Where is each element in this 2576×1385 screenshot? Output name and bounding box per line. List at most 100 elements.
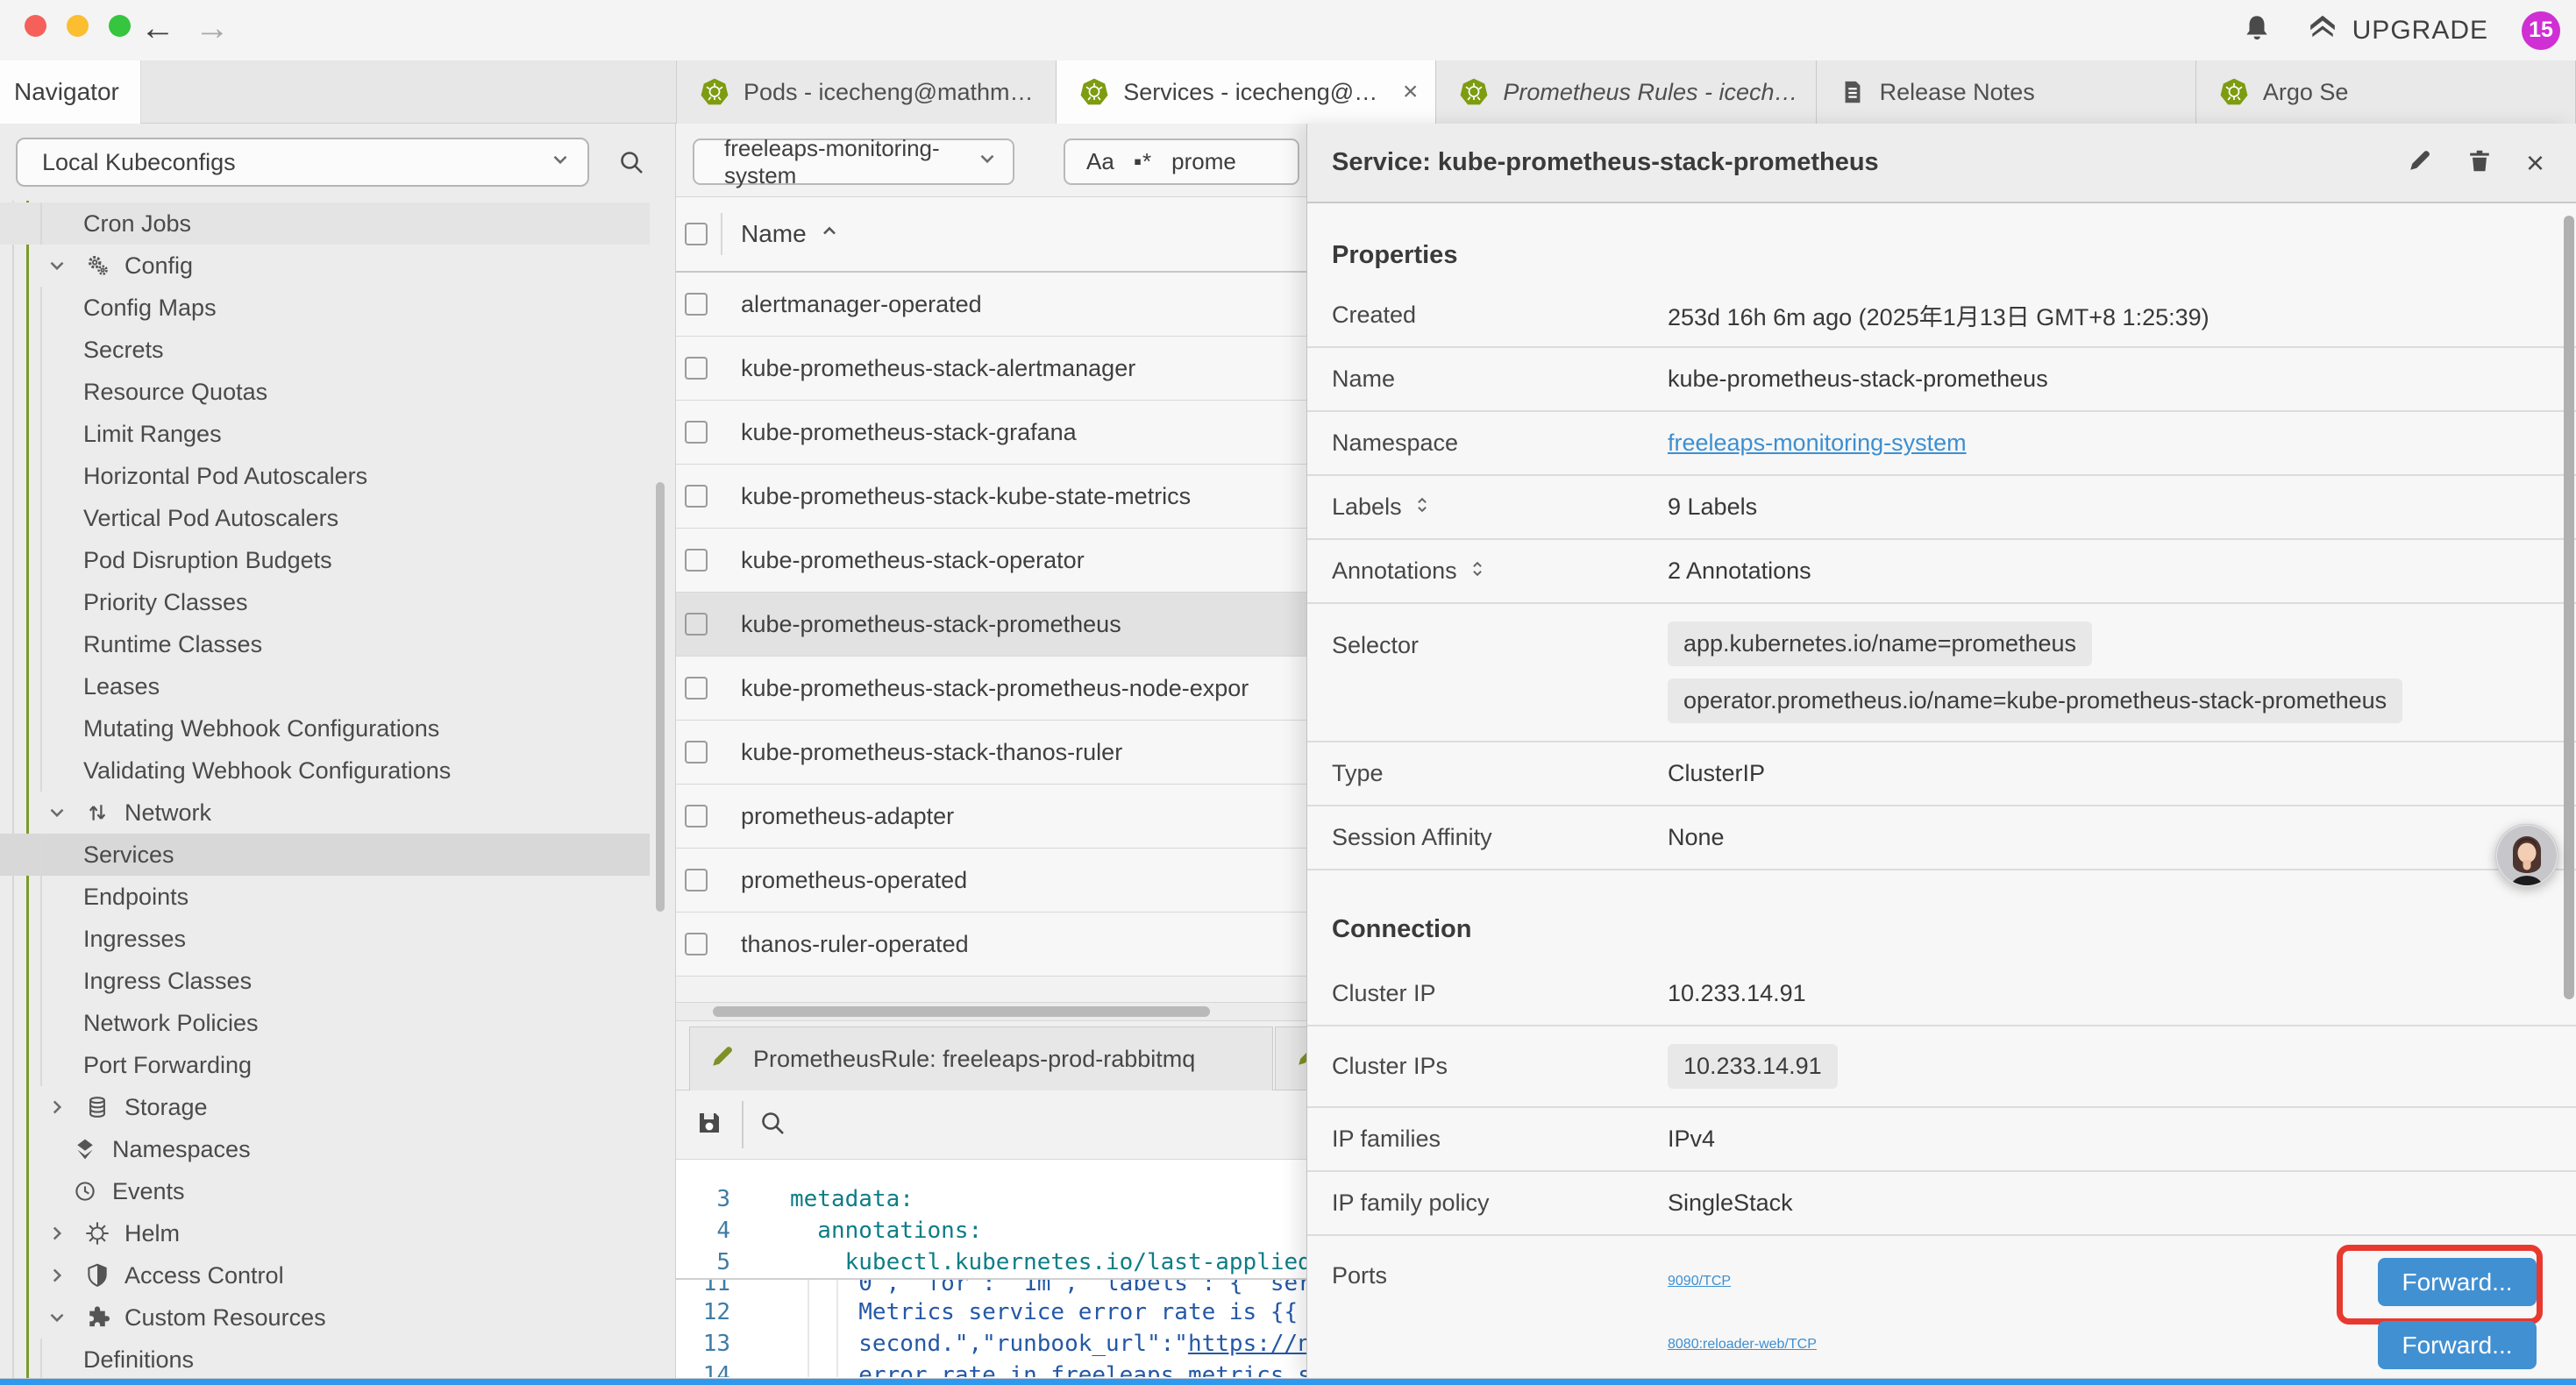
sidebar-item-namespaces[interactable]: Namespaces: [0, 1128, 650, 1170]
chevron-down-icon[interactable]: [44, 254, 70, 277]
sidebar-item-services[interactable]: Services: [0, 834, 650, 876]
tab-prometheus-rules-icecheng[interactable]: Prometheus Rules - icecheng...: [1436, 60, 1816, 124]
sidebar-item-storage[interactable]: Storage: [0, 1086, 650, 1128]
edit-pencil-icon[interactable]: [2407, 147, 2433, 178]
sidebar-item-vertical-pod-autoscalers[interactable]: Vertical Pod Autoscalers: [0, 497, 650, 539]
table-row-kube-prometheus-stack-prometheus-node-expor[interactable]: kube-prometheus-stack-prometheus-node-ex…: [676, 657, 1306, 721]
row-checkbox[interactable]: [685, 549, 708, 572]
sidebar-item-events[interactable]: Events: [0, 1170, 650, 1212]
sidebar-item-network[interactable]: Network: [0, 792, 650, 834]
row-checkbox[interactable]: [685, 485, 708, 508]
table-row-thanos-ruler-operated[interactable]: thanos-ruler-operated: [676, 913, 1306, 977]
user-avatar[interactable]: [2494, 822, 2560, 889]
namespace-select[interactable]: freeleaps-monitoring-system: [693, 138, 1014, 185]
row-checkbox[interactable]: [685, 805, 708, 827]
sidebar-scrollbar[interactable]: [656, 482, 665, 912]
row-checkbox[interactable]: [685, 677, 708, 700]
editor-tab-partial[interactable]: C: [1275, 1026, 1306, 1090]
chevron-down-icon[interactable]: [44, 801, 70, 824]
tab-services-icecheng-math[interactable]: Services - icecheng@math...×: [1057, 60, 1436, 124]
value-chip[interactable]: 10.233.14.91: [1668, 1044, 1838, 1089]
sidebar-item-validating-webhook-configurations[interactable]: Validating Webhook Configurations: [0, 749, 650, 792]
sidebar-item-endpoints[interactable]: Endpoints: [0, 876, 650, 918]
services-panel: freeleaps-monitoring-system Aa ▪* prome …: [676, 124, 1306, 1378]
sidebar-item-runtime-classes[interactable]: Runtime Classes: [0, 623, 650, 665]
select-all-checkbox[interactable]: [685, 223, 708, 245]
editor-tab-prometheusrule[interactable]: PrometheusRule: freeleaps-prod-rabbitmq: [689, 1026, 1273, 1090]
sidebar-item-ingress-classes[interactable]: Ingress Classes: [0, 960, 650, 1002]
close-tab-icon[interactable]: ×: [1403, 77, 1419, 107]
sidebar-item-resource-quotas[interactable]: Resource Quotas: [0, 371, 650, 413]
close-icon[interactable]: ×: [2526, 147, 2544, 179]
trash-icon[interactable]: [2466, 147, 2493, 178]
zoom-window-button[interactable]: [109, 15, 131, 37]
scrollbar-thumb[interactable]: [713, 1006, 1210, 1017]
tab-pods-icecheng-mathmas[interactable]: Pods - icecheng@mathmas...: [677, 60, 1057, 124]
sidebar-item-priority-classes[interactable]: Priority Classes: [0, 581, 650, 623]
sidebar-item-access-control[interactable]: Access Control: [0, 1254, 650, 1296]
horizontal-scrollbar[interactable]: [676, 1002, 1306, 1021]
table-row-prometheus-operated[interactable]: prometheus-operated: [676, 849, 1306, 913]
row-checkbox[interactable]: [685, 613, 708, 636]
namespace-link[interactable]: freeleaps-monitoring-system: [1668, 430, 1967, 456]
yaml-editor[interactable]: 3metadata:4 annotations:5 kubectl.kubern…: [676, 1159, 1306, 1378]
notification-badge[interactable]: 15: [2522, 11, 2560, 50]
sidebar-item-config-maps[interactable]: Config Maps: [0, 287, 650, 329]
sidebar-item-custom-resources[interactable]: Custom Resources: [0, 1296, 650, 1339]
name-column-header[interactable]: Name: [741, 220, 840, 248]
back-arrow-icon[interactable]: ←: [140, 7, 175, 49]
sidebar-item-leases[interactable]: Leases: [0, 665, 650, 707]
sort-updown-icon[interactable]: [1413, 494, 1432, 521]
kubeconfig-select[interactable]: Local Kubeconfigs: [16, 138, 589, 187]
row-checkbox[interactable]: [685, 869, 708, 891]
sidebar-item-ingresses[interactable]: Ingresses: [0, 918, 650, 960]
row-checkbox[interactable]: [685, 357, 708, 380]
name-filter-input[interactable]: Aa ▪* prome: [1064, 138, 1299, 185]
tab-release-notes[interactable]: Release Notes: [1817, 60, 2196, 124]
table-row-kube-prometheus-stack-grafana[interactable]: kube-prometheus-stack-grafana: [676, 401, 1306, 465]
forward-arrow-icon[interactable]: →: [195, 7, 230, 49]
table-row-prometheus-adapter[interactable]: prometheus-adapter: [676, 785, 1306, 849]
search-icon[interactable]: [617, 148, 645, 181]
sidebar-item-horizontal-pod-autoscalers[interactable]: Horizontal Pod Autoscalers: [0, 455, 650, 497]
match-case-icon[interactable]: Aa: [1086, 148, 1114, 175]
sidebar-item-network-policies[interactable]: Network Policies: [0, 1002, 650, 1044]
minimize-window-button[interactable]: [67, 15, 89, 37]
sidebar-item-config[interactable]: Config: [0, 245, 650, 287]
bell-icon[interactable]: [2242, 13, 2272, 47]
table-row-kube-prometheus-stack-alertmanager[interactable]: kube-prometheus-stack-alertmanager: [676, 337, 1306, 401]
chevron-right-icon[interactable]: [44, 1222, 70, 1245]
details-scrollbar[interactable]: [2564, 216, 2574, 999]
save-icon[interactable]: [695, 1109, 723, 1141]
sidebar-item-helm[interactable]: Helm: [0, 1212, 650, 1254]
value-chip[interactable]: operator.prometheus.io/name=kube-prometh…: [1668, 678, 2402, 723]
tab-argo-se[interactable]: Argo Se: [2196, 60, 2576, 124]
table-row-kube-prometheus-stack-thanos-ruler[interactable]: kube-prometheus-stack-thanos-ruler: [676, 721, 1306, 785]
table-row-kube-prometheus-stack-kube-state-metrics[interactable]: kube-prometheus-stack-kube-state-metrics: [676, 465, 1306, 529]
sidebar-item-limit-ranges[interactable]: Limit Ranges: [0, 413, 650, 455]
sidebar-item-cron-jobs[interactable]: Cron Jobs: [0, 202, 650, 245]
value-chip[interactable]: app.kubernetes.io/name=prometheus: [1668, 621, 2092, 666]
table-row-kube-prometheus-stack-operator[interactable]: kube-prometheus-stack-operator: [676, 529, 1306, 593]
sidebar-item-mutating-webhook-configurations[interactable]: Mutating Webhook Configurations: [0, 707, 650, 749]
tab-navigator[interactable]: Navigator: [0, 60, 141, 124]
sort-updown-icon[interactable]: [1468, 558, 1487, 585]
table-row-kube-prometheus-stack-prometheus[interactable]: kube-prometheus-stack-prometheus: [676, 593, 1306, 657]
forward-button[interactable]: Forward...: [2378, 1321, 2537, 1369]
editor-search-icon[interactable]: [758, 1109, 786, 1141]
chevron-right-icon[interactable]: [44, 1096, 70, 1119]
row-checkbox[interactable]: [685, 293, 708, 316]
close-window-button[interactable]: [25, 15, 46, 37]
row-checkbox[interactable]: [685, 933, 708, 955]
table-row-alertmanager-operated[interactable]: alertmanager-operated: [676, 273, 1306, 337]
regex-icon[interactable]: ▪*: [1134, 148, 1152, 175]
row-checkbox[interactable]: [685, 421, 708, 444]
sidebar-item-secrets[interactable]: Secrets: [0, 329, 650, 371]
chevron-right-icon[interactable]: [44, 1264, 70, 1287]
chevron-down-icon[interactable]: [44, 1306, 70, 1329]
upgrade-button[interactable]: UPGRADE: [2305, 12, 2488, 49]
sidebar-item-definitions[interactable]: Definitions: [0, 1339, 650, 1378]
sidebar-item-pod-disruption-budgets[interactable]: Pod Disruption Budgets: [0, 539, 650, 581]
sidebar-item-port-forwarding[interactable]: Port Forwarding: [0, 1044, 650, 1086]
row-checkbox[interactable]: [685, 741, 708, 764]
